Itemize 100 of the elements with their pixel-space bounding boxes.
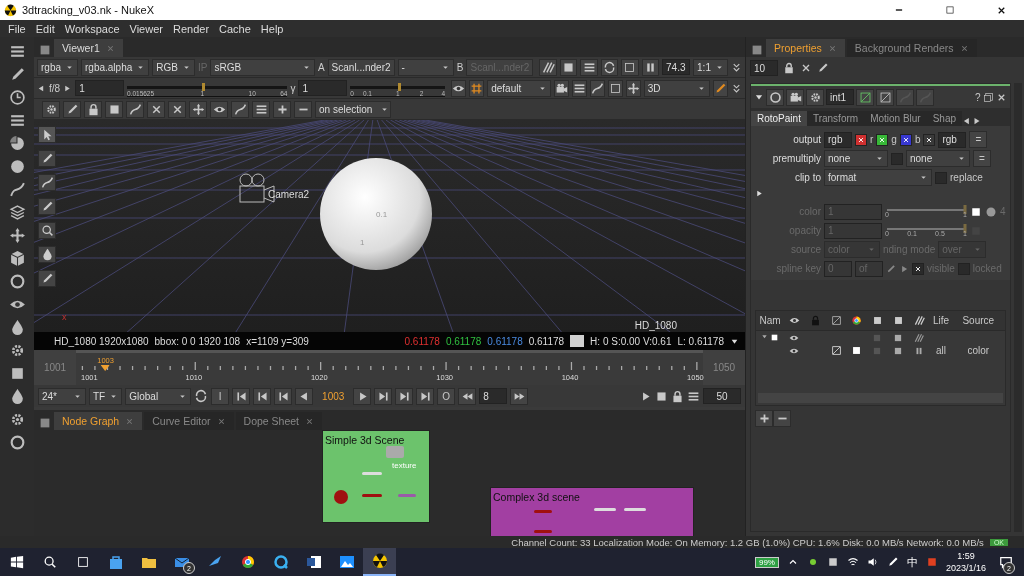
channels-dropdown[interactable]: rgba — [37, 58, 78, 76]
square-icon[interactable] — [850, 345, 862, 356]
bars-icon[interactable] — [8, 43, 26, 60]
in-point-button[interactable]: I — [211, 387, 230, 405]
menu-item[interactable]: Edit — [30, 22, 60, 35]
panel-tab[interactable]: Background Renders — [846, 39, 977, 57]
checkbox[interactable] — [891, 152, 903, 165]
a-input-dropdown[interactable]: Scanl...nder2 — [327, 58, 395, 76]
layers-icon[interactable] — [8, 204, 26, 221]
pen-icon[interactable] — [63, 100, 81, 118]
menu-item[interactable]: Viewer — [124, 22, 168, 35]
panel-menu-icon[interactable] — [38, 416, 52, 430]
notifications-icon[interactable] — [999, 555, 1013, 569]
color-wheel-icon[interactable] — [850, 315, 862, 326]
eye-icon[interactable] — [788, 315, 800, 326]
move-icon[interactable] — [8, 227, 26, 244]
app-logo-icon[interactable] — [371, 553, 388, 569]
transform-node[interactable] — [362, 472, 382, 475]
bars-icon[interactable] — [571, 79, 587, 97]
square-icon[interactable] — [970, 205, 982, 218]
panel-tab[interactable]: Dope Sheet — [235, 412, 323, 430]
remove-icon[interactable] — [773, 410, 791, 427]
ring-icon[interactable] — [8, 434, 26, 451]
checkbox[interactable] — [876, 133, 889, 146]
knob-tab[interactable]: RotoPaint — [751, 111, 807, 126]
search-icon[interactable] — [42, 555, 57, 569]
expand-icon[interactable] — [731, 82, 742, 94]
transform-node[interactable] — [594, 508, 616, 511]
eye-icon[interactable] — [210, 100, 228, 118]
geometry-node[interactable] — [534, 530, 552, 533]
loop-icon[interactable] — [194, 389, 209, 403]
max-panels-field[interactable]: 10 — [750, 60, 778, 76]
read-node[interactable] — [386, 446, 404, 458]
render-node[interactable] — [398, 494, 416, 497]
curve-icon[interactable] — [126, 100, 144, 118]
curve-icon[interactable] — [38, 174, 56, 191]
channels-field[interactable]: rgb — [938, 131, 967, 148]
checkbox[interactable] — [923, 133, 936, 146]
lock-icon[interactable] — [84, 100, 102, 118]
clip-dropdown[interactable]: format — [824, 169, 932, 186]
selection-dropdown[interactable]: on selection — [315, 100, 391, 118]
x-icon[interactable] — [147, 100, 165, 118]
knob-tab[interactable]: Motion Blur — [864, 111, 927, 126]
transform-node[interactable] — [624, 508, 646, 511]
fps-dropdown[interactable]: 24* — [38, 387, 86, 405]
square-icon[interactable] — [621, 58, 639, 76]
panel-tab[interactable]: Properties — [766, 39, 845, 57]
windows-start-icon[interactable] — [9, 555, 24, 569]
compare-dropdown[interactable]: - — [397, 58, 454, 76]
right-icon[interactable] — [63, 83, 73, 93]
step-forward-icon[interactable] — [374, 387, 393, 405]
tf-dropdown[interactable]: TF — [89, 387, 123, 405]
bag-icon[interactable] — [107, 554, 124, 570]
plus-icon[interactable] — [273, 100, 291, 118]
collapse-icon[interactable] — [754, 92, 764, 102]
mode-dropdown[interactable]: 3D — [643, 79, 710, 97]
move-icon[interactable] — [625, 79, 641, 97]
scene-node[interactable] — [362, 494, 382, 497]
out-point-button[interactable]: O — [437, 387, 456, 405]
panel-tab[interactable]: Curve Editor — [144, 412, 234, 430]
zoom-field[interactable]: 74.3 — [662, 59, 691, 75]
slider-thumb[interactable] — [202, 82, 206, 91]
square-icon[interactable] — [893, 332, 903, 343]
bars-icon[interactable] — [252, 100, 270, 118]
curve-icon[interactable] — [231, 100, 249, 118]
knob-tab[interactable]: Transform — [806, 111, 865, 126]
rewind-icon[interactable] — [458, 387, 477, 405]
ring-icon[interactable] — [766, 88, 784, 106]
speaker-icon[interactable] — [866, 556, 879, 568]
column-header[interactable]: Life — [932, 315, 950, 326]
clock-date[interactable]: 2023/1/16 — [945, 562, 986, 574]
alpha-dropdown[interactable]: rgba.alpha — [81, 58, 150, 76]
viewer-tab[interactable]: Viewer1 — [54, 39, 123, 57]
move-icon[interactable] — [189, 100, 207, 118]
menu-item[interactable]: Help — [255, 22, 289, 35]
checkbox[interactable] — [855, 133, 867, 146]
lock-icon[interactable] — [783, 62, 795, 74]
last-frame-icon[interactable] — [416, 387, 435, 405]
cube-icon[interactable] — [8, 250, 26, 267]
eye-icon[interactable] — [451, 79, 467, 97]
pen-icon[interactable] — [38, 150, 56, 167]
layers-icon[interactable] — [892, 315, 904, 326]
end-step-field[interactable]: 50 — [703, 388, 741, 404]
lut-dropdown[interactable]: sRGB — [210, 58, 315, 76]
gain-field[interactable]: 1 — [75, 80, 124, 96]
left-icon[interactable] — [37, 83, 46, 93]
checkbox[interactable] — [935, 171, 947, 184]
fast-forward-icon[interactable] — [510, 387, 529, 405]
hatch-icon[interactable] — [914, 332, 924, 343]
step-field[interactable]: 8 — [479, 388, 508, 404]
link-button[interactable]: = — [973, 150, 991, 167]
node-name-field[interactable]: int1 — [826, 89, 854, 105]
panel-menu-icon[interactable] — [38, 43, 52, 57]
square-icon[interactable] — [559, 58, 578, 76]
clock-icon[interactable] — [8, 89, 26, 106]
x-icon[interactable] — [168, 100, 186, 118]
expand-arrow-icon[interactable] — [755, 189, 764, 198]
camera-icon[interactable] — [786, 88, 804, 106]
diag-icon[interactable] — [856, 88, 874, 106]
menu-item[interactable]: Render — [167, 22, 215, 35]
